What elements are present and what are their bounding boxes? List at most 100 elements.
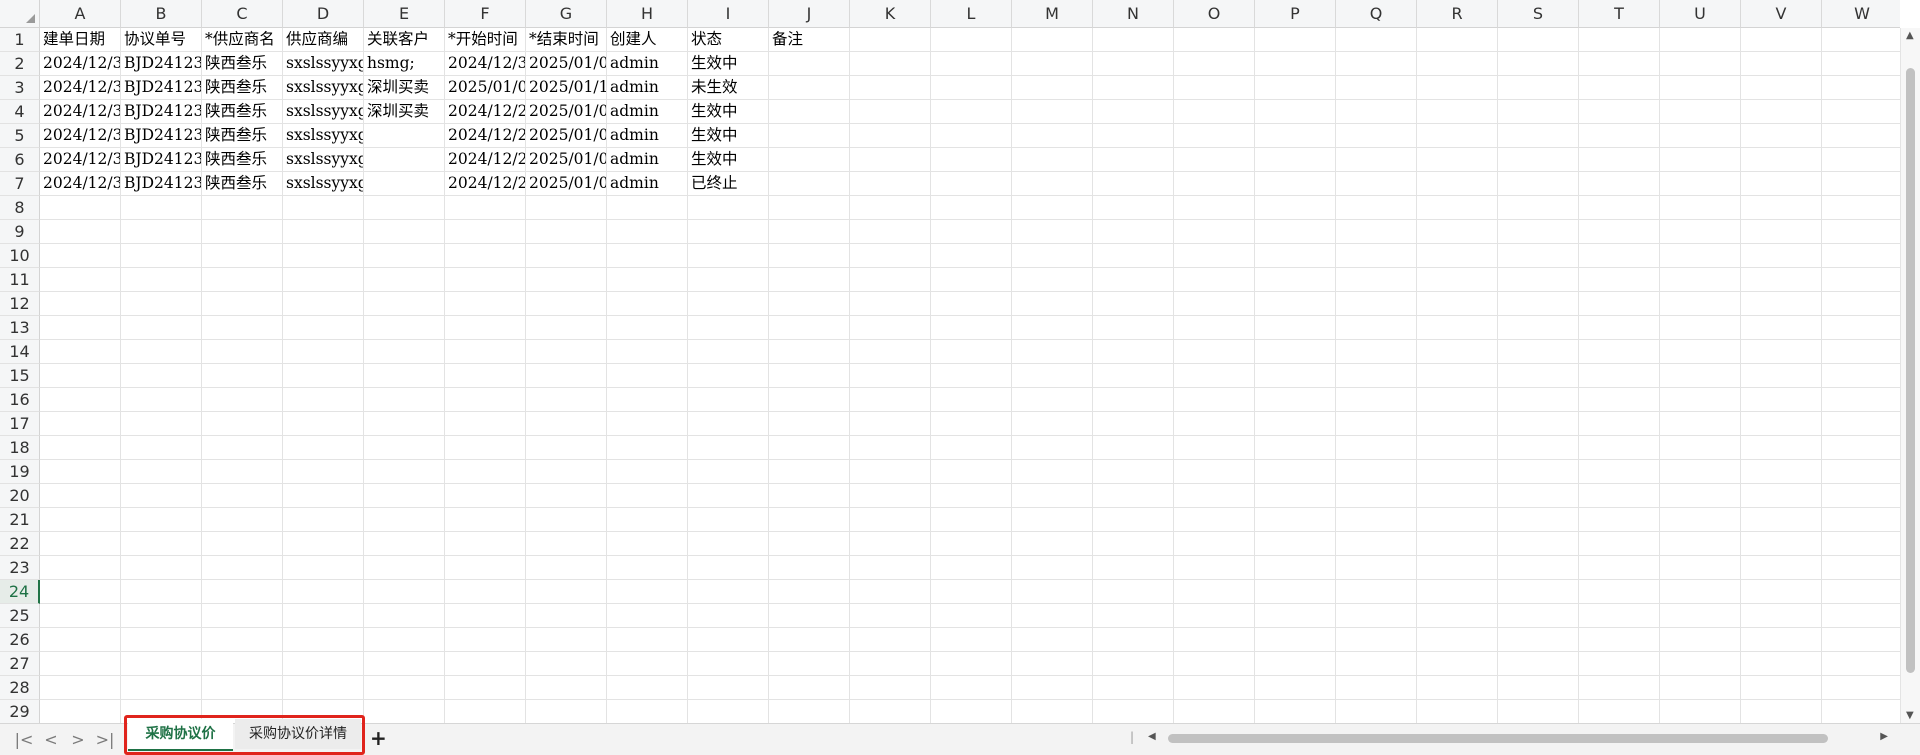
- cell-h18[interactable]: [607, 436, 688, 460]
- cell-t18[interactable]: [1579, 436, 1660, 460]
- cell-e20[interactable]: [364, 484, 445, 508]
- cell-f23[interactable]: [445, 556, 526, 580]
- cell-s19[interactable]: [1498, 460, 1579, 484]
- cell-r14[interactable]: [1417, 340, 1498, 364]
- cell-p22[interactable]: [1255, 532, 1336, 556]
- cell-w14[interactable]: [1822, 340, 1900, 364]
- cell-k27[interactable]: [850, 652, 931, 676]
- cell-u17[interactable]: [1660, 412, 1741, 436]
- cell-e4[interactable]: 深圳买卖: [364, 100, 445, 124]
- cell-l29[interactable]: [931, 700, 1012, 723]
- cell-m4[interactable]: [1012, 100, 1093, 124]
- cell-l24[interactable]: [931, 580, 1012, 604]
- cell-r9[interactable]: [1417, 220, 1498, 244]
- cell-b23[interactable]: [121, 556, 202, 580]
- cell-g7[interactable]: 2025/01/0: [526, 172, 607, 196]
- cell-o19[interactable]: [1174, 460, 1255, 484]
- cell-h29[interactable]: [607, 700, 688, 723]
- cell-u29[interactable]: [1660, 700, 1741, 723]
- cell-e8[interactable]: [364, 196, 445, 220]
- spreadsheet-grid[interactable]: ABCDEFGHIJKLMNOPQRSTUVW 1 2 3 4 5 6 7 8 9 10 11 12 1…: [0, 0, 1900, 723]
- cell-b1[interactable]: 协议单号: [121, 28, 202, 52]
- cell-o28[interactable]: [1174, 676, 1255, 700]
- cell-u23[interactable]: [1660, 556, 1741, 580]
- cell-b28[interactable]: [121, 676, 202, 700]
- cell-u14[interactable]: [1660, 340, 1741, 364]
- cell-k26[interactable]: [850, 628, 931, 652]
- cell-c25[interactable]: [202, 604, 283, 628]
- cell-r5[interactable]: [1417, 124, 1498, 148]
- cell-l8[interactable]: [931, 196, 1012, 220]
- cell-e14[interactable]: [364, 340, 445, 364]
- cell-i21[interactable]: [688, 508, 769, 532]
- cell-d9[interactable]: [283, 220, 364, 244]
- cell-a27[interactable]: [40, 652, 121, 676]
- cell-k8[interactable]: [850, 196, 931, 220]
- cell-o2[interactable]: [1174, 52, 1255, 76]
- cell-o13[interactable]: [1174, 316, 1255, 340]
- cell-w29[interactable]: [1822, 700, 1900, 723]
- cell-m20[interactable]: [1012, 484, 1093, 508]
- cell-t17[interactable]: [1579, 412, 1660, 436]
- cell-l7[interactable]: [931, 172, 1012, 196]
- cell-m15[interactable]: [1012, 364, 1093, 388]
- cell-w21[interactable]: [1822, 508, 1900, 532]
- cell-q10[interactable]: [1336, 244, 1417, 268]
- cell-q11[interactable]: [1336, 268, 1417, 292]
- cell-p25[interactable]: [1255, 604, 1336, 628]
- cell-t22[interactable]: [1579, 532, 1660, 556]
- cell-q29[interactable]: [1336, 700, 1417, 723]
- cell-v14[interactable]: [1741, 340, 1822, 364]
- cell-p17[interactable]: [1255, 412, 1336, 436]
- cell-j13[interactable]: [769, 316, 850, 340]
- cell-i17[interactable]: [688, 412, 769, 436]
- cell-n13[interactable]: [1093, 316, 1174, 340]
- cell-j23[interactable]: [769, 556, 850, 580]
- cell-l25[interactable]: [931, 604, 1012, 628]
- cell-w3[interactable]: [1822, 76, 1900, 100]
- cell-q5[interactable]: [1336, 124, 1417, 148]
- cell-r21[interactable]: [1417, 508, 1498, 532]
- cell-l2[interactable]: [931, 52, 1012, 76]
- cell-d22[interactable]: [283, 532, 364, 556]
- cell-m25[interactable]: [1012, 604, 1093, 628]
- cell-g22[interactable]: [526, 532, 607, 556]
- cell-r26[interactable]: [1417, 628, 1498, 652]
- cell-e24[interactable]: [364, 580, 445, 604]
- cell-a16[interactable]: [40, 388, 121, 412]
- cell-o23[interactable]: [1174, 556, 1255, 580]
- cell-area[interactable]: 建单日期 协议单号 *供应商名 供应商编 关联客户 *开始时间 *结束时间 创建人 状态 备注 20…: [40, 28, 1900, 723]
- sheet-tab-active[interactable]: 采购协议价: [128, 719, 233, 751]
- cell-l11[interactable]: [931, 268, 1012, 292]
- cell-h14[interactable]: [607, 340, 688, 364]
- row-header-29[interactable]: 29: [0, 700, 40, 723]
- cell-o6[interactable]: [1174, 148, 1255, 172]
- cell-h10[interactable]: [607, 244, 688, 268]
- column-header-j[interactable]: J: [769, 0, 850, 28]
- cell-n22[interactable]: [1093, 532, 1174, 556]
- cell-v15[interactable]: [1741, 364, 1822, 388]
- cell-a15[interactable]: [40, 364, 121, 388]
- cell-d21[interactable]: [283, 508, 364, 532]
- cell-l14[interactable]: [931, 340, 1012, 364]
- cell-j22[interactable]: [769, 532, 850, 556]
- cell-e16[interactable]: [364, 388, 445, 412]
- cell-k23[interactable]: [850, 556, 931, 580]
- row-header-7[interactable]: 7: [0, 172, 40, 196]
- cell-l1[interactable]: [931, 28, 1012, 52]
- cell-t27[interactable]: [1579, 652, 1660, 676]
- cell-r27[interactable]: [1417, 652, 1498, 676]
- cell-o5[interactable]: [1174, 124, 1255, 148]
- cell-h4[interactable]: admin: [607, 100, 688, 124]
- cell-v25[interactable]: [1741, 604, 1822, 628]
- cell-p2[interactable]: [1255, 52, 1336, 76]
- cell-m17[interactable]: [1012, 412, 1093, 436]
- cell-v3[interactable]: [1741, 76, 1822, 100]
- cell-j12[interactable]: [769, 292, 850, 316]
- cell-e15[interactable]: [364, 364, 445, 388]
- cell-a2[interactable]: 2024/12/3: [40, 52, 121, 76]
- cell-s16[interactable]: [1498, 388, 1579, 412]
- cell-k24[interactable]: [850, 580, 931, 604]
- cell-k22[interactable]: [850, 532, 931, 556]
- cell-b27[interactable]: [121, 652, 202, 676]
